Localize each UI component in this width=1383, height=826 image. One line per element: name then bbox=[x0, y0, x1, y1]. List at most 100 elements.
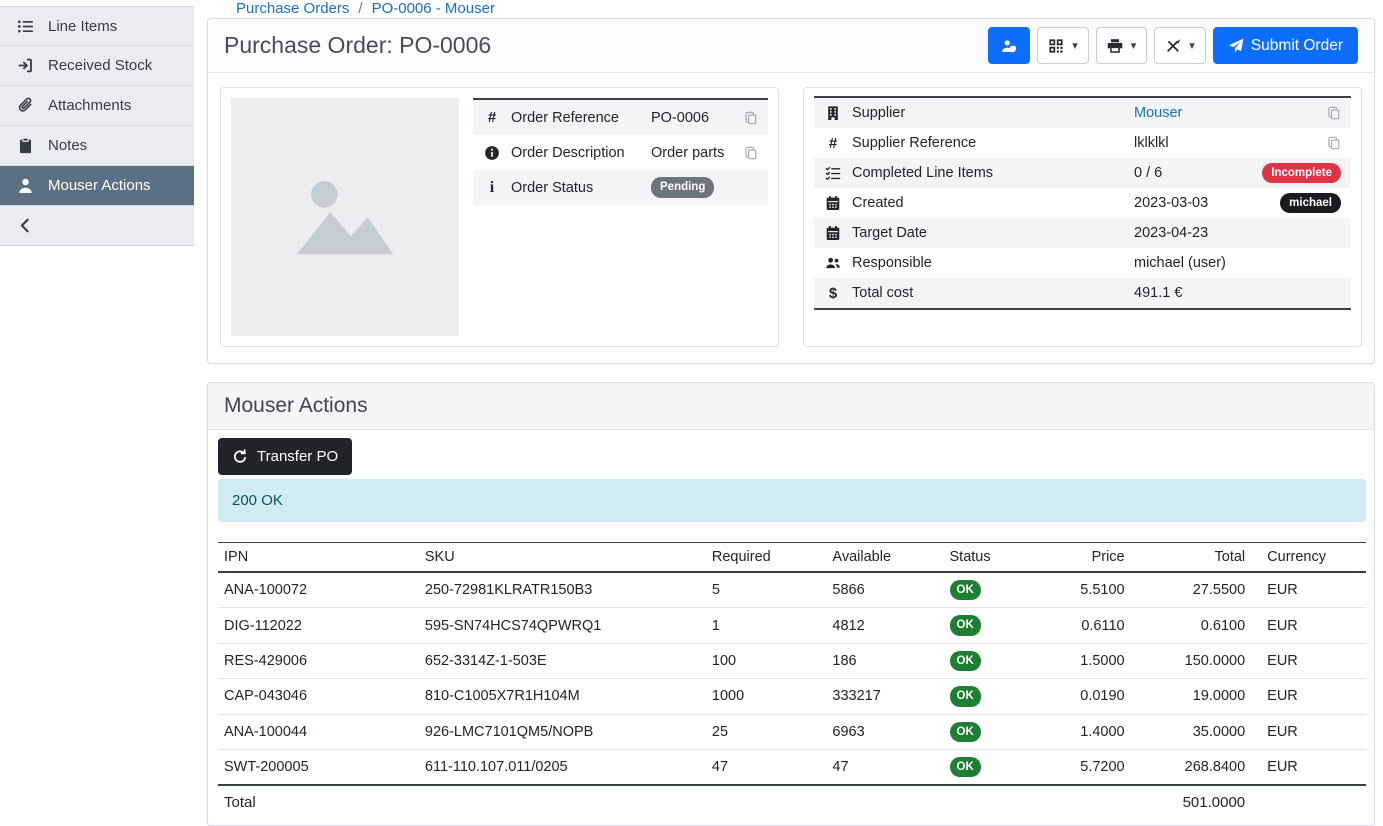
detail-label: Order Reference bbox=[511, 110, 641, 126]
detail-value: Order parts bbox=[651, 145, 734, 161]
clipboard-icon bbox=[16, 137, 35, 154]
qr-code-icon bbox=[1048, 38, 1064, 54]
supplier-details-card: SupplierMouser#Supplier Referencelklklkl… bbox=[803, 87, 1362, 347]
main-content: Purchase Orders / PO-0006 - Mouser Purch… bbox=[194, 0, 1383, 794]
column-header-available: Available bbox=[826, 543, 943, 573]
cell-ipn: ANA-100072 bbox=[218, 572, 419, 608]
caret-down-icon: ▾ bbox=[1131, 39, 1137, 52]
info-icon: i bbox=[483, 180, 501, 196]
detail-row-order-reference: #Order ReferencePO-0006 bbox=[473, 100, 768, 135]
copy-icon[interactable] bbox=[1327, 136, 1341, 150]
detail-value: 491.1 € bbox=[1134, 285, 1341, 301]
detail-row-completed-line-items: Completed Line Items0 / 6Incomplete bbox=[814, 158, 1351, 188]
column-header-total: Total bbox=[1131, 543, 1252, 573]
line-items-table: IPNSKURequiredAvailableStatusPriceTotalC… bbox=[218, 542, 1366, 819]
detail-label: Completed Line Items bbox=[852, 165, 1124, 181]
chevron-left-icon bbox=[16, 217, 35, 234]
cell-required: 1 bbox=[706, 608, 827, 643]
purchase-order-panel-header: Purchase Order: PO-0006 ▾ ▾ bbox=[208, 19, 1374, 73]
info-circle-icon bbox=[483, 145, 501, 161]
paperclip-icon bbox=[16, 97, 35, 114]
cell-sku: 250-72981KLRATR150B3 bbox=[419, 572, 706, 608]
user-icon bbox=[16, 177, 35, 194]
status-badge: Pending bbox=[651, 177, 714, 197]
detail-row-order-description: Order DescriptionOrder parts bbox=[473, 135, 768, 170]
assign-user-button[interactable] bbox=[988, 27, 1030, 64]
order-actions-menu-button[interactable]: ▾ bbox=[1154, 27, 1206, 64]
cell-currency: EUR bbox=[1251, 572, 1366, 608]
cell-total: 0.6100 bbox=[1131, 608, 1252, 643]
sidebar-collapse-button[interactable] bbox=[0, 206, 194, 246]
sidebar-item-received-stock[interactable]: Received Stock bbox=[0, 46, 194, 86]
cell-currency: EUR bbox=[1251, 608, 1366, 643]
user-shield-icon bbox=[1001, 38, 1017, 54]
column-header-sku: SKU bbox=[419, 543, 706, 573]
cell-currency: EUR bbox=[1251, 714, 1366, 749]
cell-currency: EUR bbox=[1251, 679, 1366, 714]
cell-available: 47 bbox=[826, 749, 943, 785]
status-badge: Incomplete bbox=[1262, 163, 1341, 183]
cell-price: 0.0190 bbox=[1033, 679, 1131, 714]
detail-label: Created bbox=[852, 195, 1124, 211]
copy-icon[interactable] bbox=[744, 111, 758, 125]
cell-status: OK bbox=[944, 749, 1034, 785]
cell-required: 1000 bbox=[706, 679, 827, 714]
sidebar-item-label: Line Items bbox=[48, 18, 117, 35]
submit-order-button[interactable]: Submit Order bbox=[1213, 27, 1358, 64]
cell-sku: 611-110.107.011/0205 bbox=[419, 749, 706, 785]
tools-icon bbox=[1165, 38, 1181, 54]
caret-down-icon: ▾ bbox=[1072, 39, 1078, 52]
footer-total-value: 501.0000 bbox=[1131, 785, 1252, 819]
cell-available: 6963 bbox=[826, 714, 943, 749]
sidebar-item-label: Attachments bbox=[48, 97, 131, 114]
cell-price: 5.5100 bbox=[1033, 572, 1131, 608]
print-menu-button[interactable]: ▾ bbox=[1096, 27, 1148, 64]
cell-required: 5 bbox=[706, 572, 827, 608]
cell-sku: 926-LMC7101QM5/NOPB bbox=[419, 714, 706, 749]
ok-badge: OK bbox=[950, 757, 981, 777]
page-title: Purchase Order: PO-0006 bbox=[224, 32, 491, 59]
ok-badge: OK bbox=[950, 722, 981, 742]
sidebar-item-mouser-actions[interactable]: Mouser Actions bbox=[0, 166, 194, 206]
mouser-actions-panel-header: Mouser Actions bbox=[208, 383, 1374, 430]
status-badge: michael bbox=[1280, 193, 1341, 213]
cell-available: 5866 bbox=[826, 572, 943, 608]
calendar-icon bbox=[824, 225, 842, 241]
barcode-menu-button[interactable]: ▾ bbox=[1037, 27, 1089, 64]
cell-total: 27.5500 bbox=[1131, 572, 1252, 608]
breadcrumb-link-current-order[interactable]: PO-0006 - Mouser bbox=[372, 0, 495, 17]
breadcrumb: Purchase Orders / PO-0006 - Mouser bbox=[194, 0, 1383, 17]
cell-status: OK bbox=[944, 608, 1034, 643]
transfer-po-label: Transfer PO bbox=[257, 448, 338, 465]
sidebar-item-label: Notes bbox=[48, 137, 87, 154]
detail-value-link[interactable]: Mouser bbox=[1134, 105, 1182, 121]
transfer-po-button[interactable]: Transfer PO bbox=[218, 438, 352, 475]
cell-currency: EUR bbox=[1251, 643, 1366, 678]
cell-required: 100 bbox=[706, 643, 827, 678]
table-header-row: IPNSKURequiredAvailableStatusPriceTotalC… bbox=[218, 543, 1366, 573]
paper-plane-icon bbox=[1228, 38, 1244, 54]
cell-price: 1.5000 bbox=[1033, 643, 1131, 678]
order-image-placeholder[interactable] bbox=[231, 98, 459, 336]
detail-row-order-status: iOrder StatusPending bbox=[473, 170, 768, 205]
list-icon bbox=[16, 18, 35, 35]
sidebar-item-line-items[interactable]: Line Items bbox=[0, 6, 194, 46]
building-icon bbox=[824, 105, 842, 121]
footer-total-label: Total bbox=[218, 785, 419, 819]
cell-total: 268.8400 bbox=[1131, 749, 1252, 785]
breadcrumb-separator: / bbox=[358, 0, 362, 17]
sidebar-item-attachments[interactable]: Attachments bbox=[0, 86, 194, 126]
copy-icon[interactable] bbox=[1327, 106, 1341, 120]
table-row: ANA-100072250-72981KLRATR150B355866OK5.5… bbox=[218, 572, 1366, 608]
cell-ipn: RES-429006 bbox=[218, 643, 419, 678]
table-row: DIG-112022595-SN74HCS74QPWRQ114812OK0.61… bbox=[218, 608, 1366, 643]
sidebar-item-notes[interactable]: Notes bbox=[0, 126, 194, 166]
detail-value: 2023-03-03 bbox=[1134, 195, 1270, 211]
table-row: SWT-200005611-110.107.011/02054747OK5.72… bbox=[218, 749, 1366, 785]
cell-required: 47 bbox=[706, 749, 827, 785]
sidebar-item-label: Mouser Actions bbox=[48, 177, 151, 194]
column-header-ipn: IPN bbox=[218, 543, 419, 573]
copy-icon[interactable] bbox=[744, 146, 758, 160]
detail-row-supplier: SupplierMouser bbox=[814, 98, 1351, 128]
breadcrumb-link-purchase-orders[interactable]: Purchase Orders bbox=[236, 0, 349, 17]
